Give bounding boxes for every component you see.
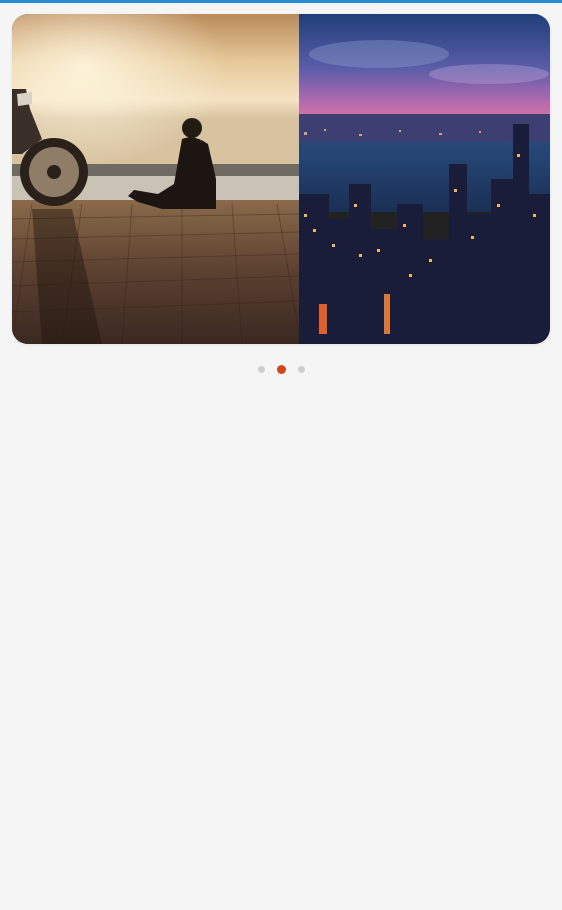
image-carousel[interactable]: [12, 14, 550, 344]
motorbike-sunset-image: [12, 14, 299, 344]
city-night-skyline-slide[interactable]: [299, 14, 550, 344]
motorbike-sunset-slide[interactable]: [12, 14, 299, 344]
page-dot-1[interactable]: [257, 365, 265, 373]
top-accent-strip: [0, 0, 562, 3]
page-dot-3[interactable]: [297, 365, 305, 373]
carousel-page-indicator: [0, 363, 562, 375]
empty-content-area: [0, 385, 562, 910]
city-skyline-image: [299, 14, 550, 344]
page-dot-2-active[interactable]: [276, 364, 286, 374]
